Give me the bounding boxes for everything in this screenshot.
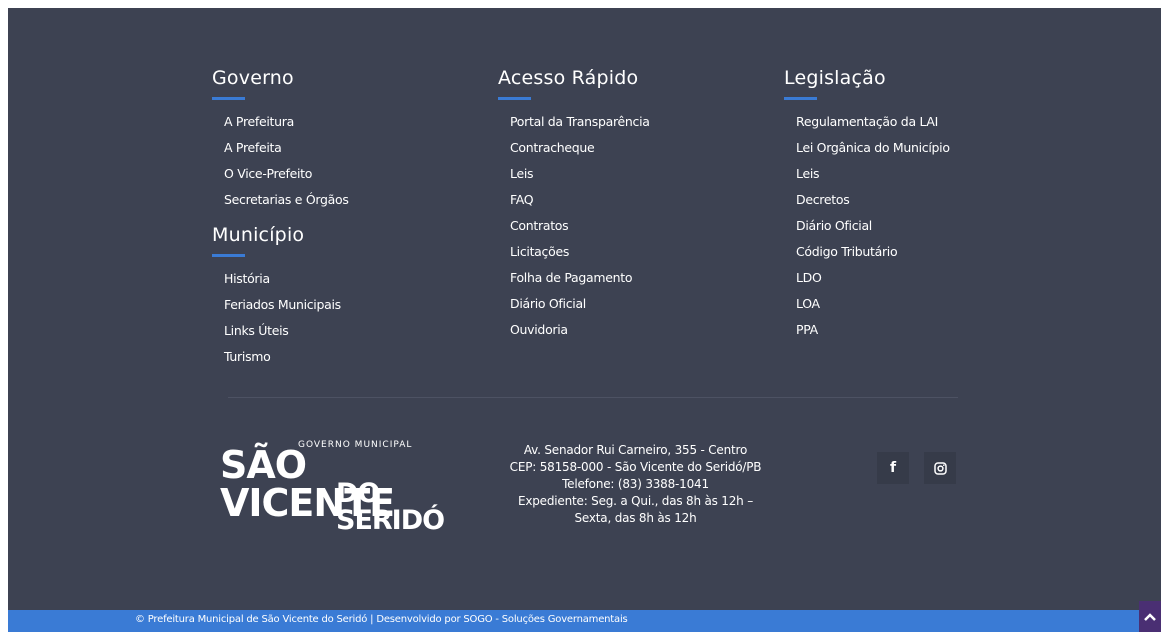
back-to-top-button[interactable] — [1139, 601, 1161, 632]
footer-column-acesso-rapido: Acesso Rápido Portal da Transparência Co… — [498, 66, 650, 343]
link-historia[interactable]: História — [224, 266, 341, 292]
site-footer: Governo A Prefeitura A Prefeita O Vice-P… — [8, 8, 1161, 610]
link-lei-organica[interactable]: Lei Orgânica do Município — [796, 135, 950, 161]
contact-address: Av. Senador Rui Carneiro, 355 - Centro C… — [508, 442, 763, 527]
link-vice-prefeito[interactable]: O Vice-Prefeito — [224, 161, 349, 187]
link-list: A Prefeitura A Prefeita O Vice-Prefeito … — [212, 109, 349, 213]
address-street: Av. Senador Rui Carneiro, 355 - Centro — [523, 443, 748, 457]
link-portal-transparencia[interactable]: Portal da Transparência — [510, 109, 650, 135]
footer-column-legislacao: Legislação Regulamentação da LAI Lei Org… — [784, 66, 950, 343]
municipality-logo[interactable]: GOVERNO MUNICIPAL SÃO VICENTE DO SERIDÓ — [220, 436, 480, 534]
link-diario-oficial[interactable]: Diário Oficial — [796, 213, 950, 239]
link-leis[interactable]: Leis — [510, 161, 650, 187]
link-contracheque[interactable]: Contracheque — [510, 135, 650, 161]
link-licitacoes[interactable]: Licitações — [510, 239, 650, 265]
link-loa[interactable]: LOA — [796, 291, 950, 317]
instagram-button[interactable] — [924, 452, 956, 484]
facebook-icon: f — [889, 460, 897, 476]
link-list: Regulamentação da LAI Lei Orgânica do Mu… — [784, 109, 950, 343]
title-underline — [212, 97, 245, 100]
footer-column-governo: Governo A Prefeitura A Prefeita O Vice-P… — [212, 66, 349, 213]
link-contratos[interactable]: Contratos — [510, 213, 650, 239]
title-underline — [784, 97, 817, 100]
link-list: História Feriados Municipais Links Úteis… — [212, 266, 341, 370]
link-ppa[interactable]: PPA — [796, 317, 950, 343]
footer-divider — [228, 397, 958, 398]
address-hours: Expediente: Seg. a Qui., das 8h às 12h –… — [517, 494, 753, 525]
link-faq[interactable]: FAQ — [510, 187, 650, 213]
link-list: Portal da Transparência Contracheque Lei… — [498, 109, 650, 343]
link-a-prefeitura[interactable]: A Prefeitura — [224, 109, 349, 135]
link-links-uteis[interactable]: Links Úteis — [224, 318, 341, 344]
copyright-text: © Prefeitura Municipal de São Vicente do… — [135, 614, 628, 625]
column-title: Acesso Rápido — [498, 67, 639, 89]
link-a-prefeita[interactable]: A Prefeita — [224, 135, 349, 161]
footer-column-municipio: Município História Feriados Municipais L… — [212, 223, 341, 370]
link-ouvidoria[interactable]: Ouvidoria — [510, 317, 650, 343]
column-title: Governo — [212, 67, 294, 89]
link-turismo[interactable]: Turismo — [224, 344, 341, 370]
address-phone: Telefone: (83) 3388-1041 — [562, 477, 709, 491]
link-folha-pagamento[interactable]: Folha de Pagamento — [510, 265, 650, 291]
title-underline — [212, 254, 245, 257]
copyright-bar: © Prefeitura Municipal de São Vicente do… — [8, 610, 1161, 632]
title-underline — [498, 97, 531, 100]
link-secretarias[interactable]: Secretarias e Órgãos — [224, 187, 349, 213]
logo-line-2: DO SERIDÓ — [336, 478, 445, 536]
column-title: Legislação — [784, 67, 886, 89]
facebook-button[interactable]: f — [877, 452, 909, 484]
link-feriados[interactable]: Feriados Municipais — [224, 292, 341, 318]
link-ldo[interactable]: LDO — [796, 265, 950, 291]
chevron-up-icon — [1144, 612, 1156, 621]
instagram-icon — [933, 461, 947, 475]
link-diario-oficial[interactable]: Diário Oficial — [510, 291, 650, 317]
column-title: Município — [212, 224, 305, 246]
link-decretos[interactable]: Decretos — [796, 187, 950, 213]
address-cep: CEP: 58158-000 - São Vicente do Seridó/P… — [509, 460, 762, 474]
link-codigo-tributario[interactable]: Código Tributário — [796, 239, 950, 265]
link-leis[interactable]: Leis — [796, 161, 950, 187]
link-regulamentacao-lai[interactable]: Regulamentação da LAI — [796, 109, 950, 135]
